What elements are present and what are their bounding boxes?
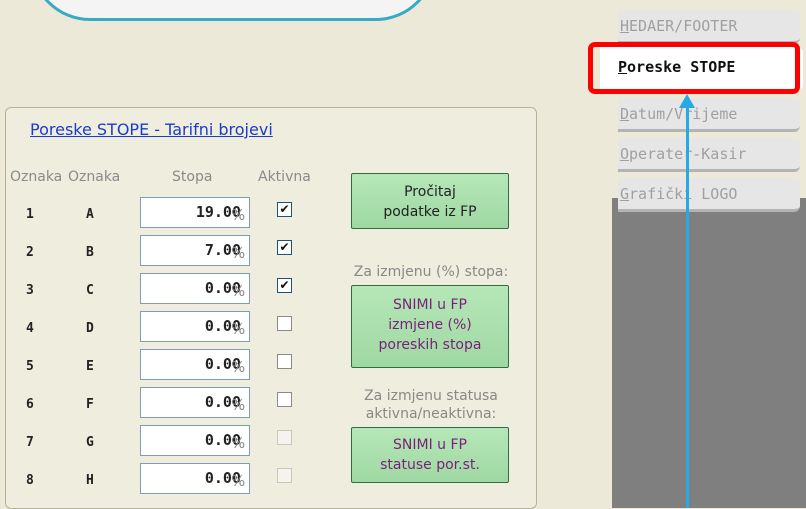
panel-title: Poreske STOPE - Tarifni brojevi bbox=[30, 120, 273, 139]
percent-label: % bbox=[231, 320, 246, 338]
active-checkbox[interactable]: ✔ bbox=[277, 240, 292, 255]
header-oznaka-2: Oznaka bbox=[68, 169, 121, 185]
row-letter: D bbox=[86, 321, 94, 336]
active-checkbox[interactable]: ✔ bbox=[277, 278, 292, 293]
save-rates-line3: poreskih stopa bbox=[378, 337, 482, 353]
active-checkbox[interactable] bbox=[277, 392, 292, 407]
percent-label: % bbox=[231, 358, 246, 376]
row-number: 1 bbox=[26, 207, 34, 222]
tab-hedaer-footer[interactable]: HEDAER/FOOTER bbox=[618, 10, 800, 44]
tax-rates-panel: Poreske STOPE - Tarifni brojevi Oznaka O… bbox=[5, 107, 537, 509]
read-button-line1: Pročitaj bbox=[404, 184, 456, 200]
active-checkbox[interactable] bbox=[277, 354, 292, 369]
row-number: 6 bbox=[26, 397, 34, 412]
percent-label: % bbox=[231, 206, 246, 224]
percent-label: % bbox=[231, 472, 246, 490]
tab-datum-vrijeme[interactable]: Datum/Vrijeme bbox=[618, 98, 800, 132]
active-checkbox[interactable] bbox=[277, 316, 292, 331]
row-letter: C bbox=[86, 283, 94, 298]
percent-label: % bbox=[231, 244, 246, 262]
tab-mnemonic: G bbox=[620, 185, 630, 203]
save-rates-line2: izmjene (%) bbox=[388, 317, 472, 333]
arrow-head-icon bbox=[679, 94, 695, 108]
row-letter: H bbox=[86, 473, 94, 488]
tab-mnemonic: D bbox=[620, 105, 630, 123]
save-status-line1: SNIMI u FP bbox=[393, 437, 467, 453]
status-note-line1: Za izmjenu statusa bbox=[364, 388, 498, 404]
row-letter: E bbox=[86, 359, 94, 374]
active-checkbox[interactable]: ✔ bbox=[277, 202, 292, 217]
row-letter: G bbox=[86, 435, 94, 450]
tab-grafi-ki-logo[interactable]: Grafički LOGO bbox=[618, 178, 800, 212]
tab-mnemonic: O bbox=[620, 145, 630, 163]
row-number: 7 bbox=[26, 435, 34, 450]
check-icon: ✔ bbox=[279, 202, 290, 216]
highlight-box bbox=[588, 42, 800, 94]
status-note-line2: aktivna/neaktivna: bbox=[365, 406, 497, 422]
status-note: Za izmjenu statusa aktivna/neaktivna: bbox=[342, 387, 520, 423]
tab-content-area bbox=[612, 198, 806, 508]
tab-label-rest: rafički LOGO bbox=[629, 185, 738, 203]
percent-label: % bbox=[231, 396, 246, 414]
row-letter: A bbox=[86, 207, 94, 222]
callout-shape bbox=[30, 0, 436, 21]
percent-label: % bbox=[231, 282, 246, 300]
row-number: 2 bbox=[26, 245, 34, 260]
row-number: 4 bbox=[26, 321, 34, 336]
row-number: 3 bbox=[26, 283, 34, 298]
tab-mnemonic: H bbox=[620, 17, 630, 35]
header-oznaka-1: Oznaka bbox=[10, 169, 63, 185]
save-rates-button[interactable]: SNIMI u FP izmjene (%) poreskih stopa bbox=[351, 285, 509, 368]
active-checkbox bbox=[277, 430, 292, 445]
row-number: 8 bbox=[26, 473, 34, 488]
tab-label-rest: EDAER/FOOTER bbox=[629, 17, 738, 35]
check-icon: ✔ bbox=[279, 278, 290, 292]
check-icon: ✔ bbox=[279, 240, 290, 254]
tab-operater-kasir[interactable]: Operater-Kasir bbox=[618, 138, 800, 172]
row-letter: B bbox=[86, 245, 94, 260]
save-rates-line1: SNIMI u FP bbox=[393, 297, 467, 313]
header-stopa: Stopa bbox=[172, 169, 213, 185]
header-aktivna: Aktivna bbox=[258, 169, 311, 185]
save-status-line2: statuse por.st. bbox=[380, 457, 480, 473]
row-letter: F bbox=[86, 397, 94, 412]
rates-note: Za izmjenu (%) stopa: bbox=[353, 264, 509, 280]
active-checkbox bbox=[277, 468, 292, 483]
read-from-fp-button[interactable]: Pročitaj podatke iz FP bbox=[351, 173, 509, 229]
arrow-line bbox=[686, 104, 689, 508]
save-status-button[interactable]: SNIMI u FP statuse por.st. bbox=[351, 427, 509, 483]
percent-label: % bbox=[231, 434, 246, 452]
read-button-line2: podatke iz FP bbox=[383, 204, 477, 220]
row-number: 5 bbox=[26, 359, 34, 374]
